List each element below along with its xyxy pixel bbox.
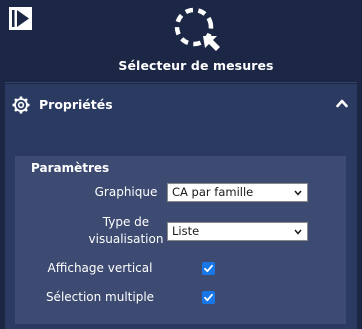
chevron-down-icon [294, 229, 302, 235]
vertical-display-checkbox[interactable] [202, 262, 215, 275]
multi-select-label: Sélection multiple [45, 290, 155, 304]
multi-select-checkbox[interactable] [202, 291, 215, 304]
viz-type-label: Type de visualisation [71, 214, 181, 248]
parameters-title: Paramètres [31, 161, 110, 175]
chevron-down-icon [294, 190, 302, 196]
viz-type-select-value: Liste [172, 224, 200, 238]
chart-select-value: CA par famille [172, 185, 254, 199]
viz-type-select[interactable]: Liste [167, 222, 308, 241]
viz-type-label-line1: Type de [102, 215, 150, 229]
properties-header[interactable]: Propriétés [5, 84, 357, 124]
vertical-display-label: Affichage vertical [47, 261, 153, 275]
properties-panel: Propriétés Paramètres Graphique CA par f… [5, 84, 357, 329]
dashed-circle-cursor-icon [174, 7, 220, 51]
gear-icon [12, 96, 30, 114]
collapse-panel-button[interactable] [9, 7, 32, 30]
viz-type-label-line2: visualisation [88, 232, 164, 246]
header: Sélecteur de mesures [0, 0, 362, 80]
chart-select[interactable]: CA par famille [167, 183, 308, 202]
header-divider [5, 82, 357, 83]
app-title: Sélecteur de mesures [118, 58, 274, 73]
checkmark-icon [204, 293, 213, 302]
collapse-panel-icon [12, 10, 29, 27]
checkmark-icon [204, 264, 213, 273]
chevron-up-icon[interactable] [336, 98, 348, 108]
properties-title: Propriétés [39, 97, 113, 112]
chart-label: Graphique [94, 185, 158, 199]
parameters-section: Paramètres Graphique CA par famille Type… [15, 156, 346, 324]
